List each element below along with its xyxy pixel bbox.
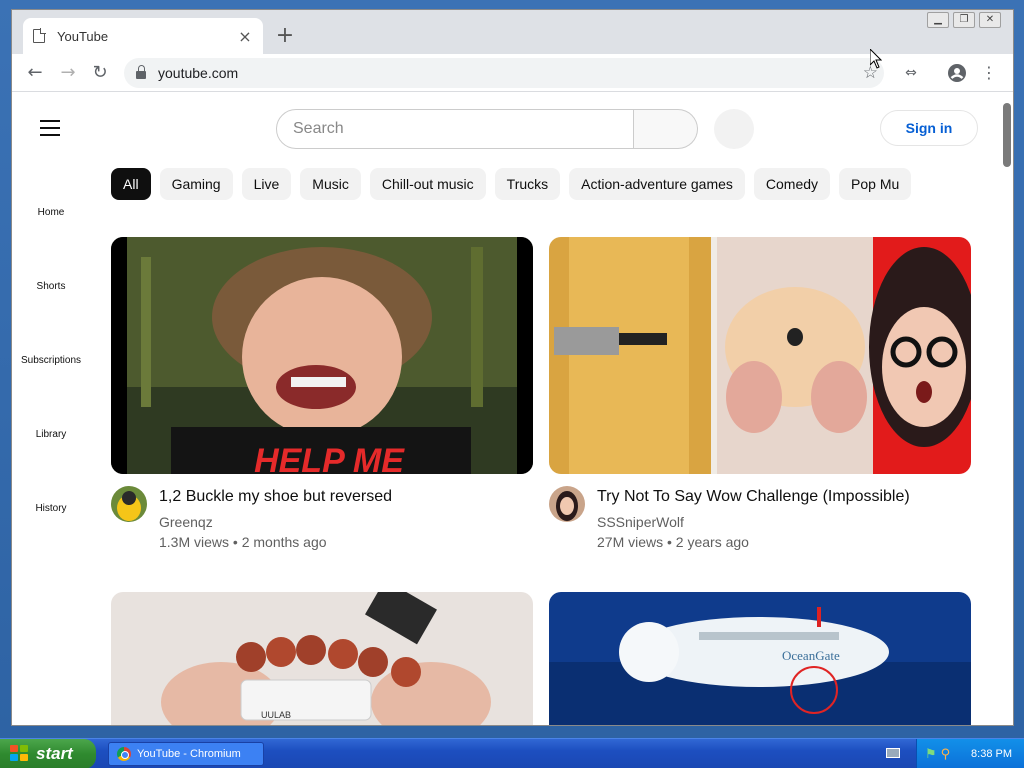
keyboard-icon[interactable] xyxy=(886,748,900,758)
mouse-cursor xyxy=(870,49,882,69)
chip-live[interactable]: Live xyxy=(241,168,292,200)
taskbar-app-chromium[interactable]: YouTube - Chromium xyxy=(108,742,264,766)
chip-action-adventure-games[interactable]: Action-adventure games xyxy=(569,168,745,200)
scrollbar-thumb[interactable] xyxy=(1003,103,1011,167)
channel-name[interactable]: SSSniperWolf xyxy=(597,514,684,530)
sidebar-item-history[interactable]: History xyxy=(12,503,90,514)
window-controls: ▁ ❐ ✕ xyxy=(927,12,1001,28)
chip-trucks[interactable]: Trucks xyxy=(494,168,561,200)
back-icon[interactable]: ← xyxy=(22,60,48,86)
video-meta: Try Not To Say Wow Challenge (Impossible… xyxy=(549,486,971,566)
clock: 8:38 PM xyxy=(971,748,1012,760)
network-icon[interactable]: ⚑ xyxy=(925,747,937,762)
video-card[interactable]: OceanGate xyxy=(549,592,971,725)
video-card[interactable]: UULAB xyxy=(111,592,533,725)
search-field[interactable] xyxy=(276,109,634,149)
video-stats: 1.3M views • 2 months ago xyxy=(159,534,327,550)
video-meta: 1,2 Buckle my shoe but reversed Greenqz … xyxy=(111,486,533,566)
taskbar-app-label: YouTube - Chromium xyxy=(137,748,241,760)
channel-name[interactable]: Greenqz xyxy=(159,514,213,530)
sidebar-item-library[interactable]: Library xyxy=(12,429,90,440)
video-thumbnail[interactable]: OceanGate xyxy=(549,592,971,725)
thumbnail-caption: UULAB xyxy=(261,710,291,720)
system-tray: ⚑ ⚲ 8:38 PM xyxy=(916,739,1024,768)
channel-avatar[interactable] xyxy=(111,486,147,522)
video-thumbnail[interactable] xyxy=(549,237,971,474)
browser-toolbar: ← → ↻ youtube.com ☆ ⇔ ⋮ xyxy=(12,54,1013,92)
video-stats: 27M views • 2 years ago xyxy=(597,534,749,550)
chip-comedy[interactable]: Comedy xyxy=(753,168,831,200)
voice-search-button[interactable] xyxy=(714,109,754,149)
youtube-page: Sign in Home Shorts Subscriptions Librar… xyxy=(12,93,1013,725)
tab-strip: YouTube × + ▁ ❐ ✕ xyxy=(12,10,1013,54)
windows-logo-icon xyxy=(10,745,30,763)
sidebar-item-shorts[interactable]: Shorts xyxy=(12,281,90,292)
taskbar: start YouTube - Chromium ⚑ ⚲ 8:38 PM xyxy=(0,738,1024,768)
start-label: start xyxy=(36,744,73,763)
chip-all[interactable]: All xyxy=(111,168,151,200)
tab-title: YouTube xyxy=(57,28,109,44)
hamburger-menu-icon[interactable] xyxy=(40,120,60,136)
reload-icon[interactable]: ↻ xyxy=(87,60,113,86)
video-thumbnail[interactable]: HELP ME xyxy=(111,237,533,474)
new-tab-button[interactable]: + xyxy=(272,24,298,50)
lock-icon[interactable] xyxy=(136,65,146,79)
sign-in-button[interactable]: Sign in xyxy=(880,110,978,146)
video-title[interactable]: Try Not To Say Wow Challenge (Impossible… xyxy=(597,488,910,506)
chip-chill-out-music[interactable]: Chill-out music xyxy=(369,168,486,200)
forward-icon[interactable]: → xyxy=(55,60,81,86)
video-title[interactable]: 1,2 Buckle my shoe but reversed xyxy=(159,488,392,506)
menu-dots-icon[interactable]: ⋮ xyxy=(976,60,1002,86)
thumbnail-caption: HELP ME xyxy=(254,442,405,474)
sidebar-item-subscriptions[interactable]: Subscriptions xyxy=(12,355,90,366)
video-card[interactable]: HELP ME 1,2 Buckle my shoe but reversed … xyxy=(111,237,533,566)
tab-close-icon[interactable]: × xyxy=(237,27,253,46)
minimize-button[interactable]: ▁ xyxy=(927,12,949,28)
thumbnail-caption: OceanGate xyxy=(782,648,840,663)
chip-music[interactable]: Music xyxy=(300,168,361,200)
close-button[interactable]: ✕ xyxy=(979,12,1001,28)
page-icon xyxy=(33,28,46,43)
chromium-icon xyxy=(117,747,131,761)
video-card[interactable]: Try Not To Say Wow Challenge (Impossible… xyxy=(549,237,971,566)
profile-icon[interactable] xyxy=(944,60,970,86)
search-button[interactable] xyxy=(634,109,698,149)
search-icon[interactable]: ⚲ xyxy=(941,747,951,762)
start-button[interactable]: start xyxy=(0,739,96,768)
video-thumbnail[interactable]: UULAB xyxy=(111,592,533,725)
chip-gaming[interactable]: Gaming xyxy=(159,168,233,200)
search-input[interactable] xyxy=(293,120,633,138)
url-text: youtube.com xyxy=(158,65,239,81)
sidebar-item-home[interactable]: Home xyxy=(12,207,90,218)
address-bar[interactable]: youtube.com ☆ xyxy=(124,58,884,88)
maximize-button[interactable]: ❐ xyxy=(953,12,975,28)
filter-chips: All Gaming Live Music Chill-out music Trucks A… xyxy=(111,168,926,202)
browser-window: YouTube × + ▁ ❐ ✕ ← → ↻ youtube.com ☆ ⇔ … xyxy=(11,9,1014,726)
tab-youtube[interactable]: YouTube × xyxy=(23,18,263,54)
resize-arrows-icon[interactable]: ⇔ xyxy=(898,60,924,86)
chip-pop-music[interactable]: Pop Mu xyxy=(839,168,912,200)
channel-avatar[interactable] xyxy=(549,486,585,522)
